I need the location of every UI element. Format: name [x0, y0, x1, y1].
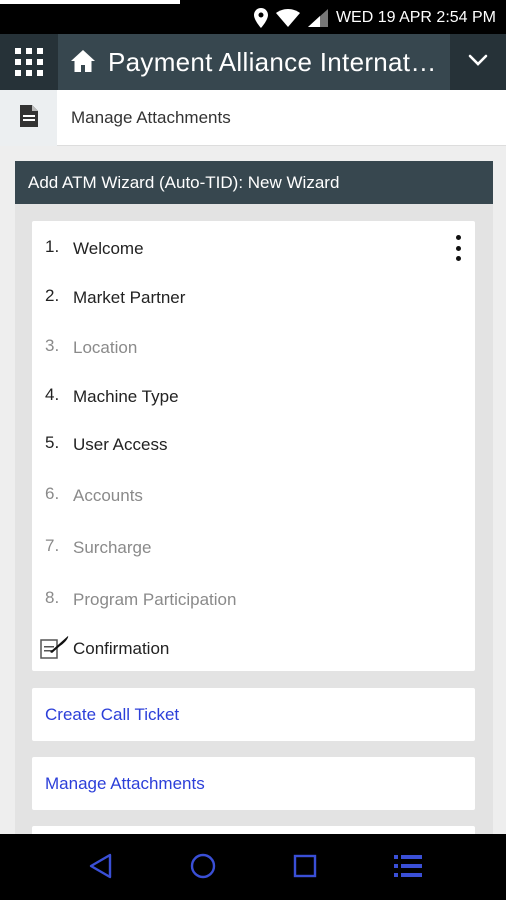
- wizard-steps-card: 1. Welcome 2. Market Partner 3. Location…: [32, 221, 475, 671]
- step-number: 1.: [45, 237, 60, 256]
- wizard-step-welcome[interactable]: 1. Welcome: [32, 237, 432, 261]
- step-number: 2.: [45, 286, 60, 305]
- signal-icon: [307, 9, 328, 27]
- create-call-ticket-link[interactable]: Create Call Ticket: [32, 688, 475, 741]
- home-circle-icon: [189, 852, 217, 885]
- home-icon[interactable]: [70, 49, 96, 78]
- step-number: 5.: [45, 433, 60, 452]
- step-label: Market Partner: [73, 288, 186, 307]
- wizard-step-program-participation: 8. Program Participation: [32, 588, 432, 612]
- location-icon: [253, 8, 268, 28]
- page-title: Manage Attachments: [71, 108, 231, 127]
- wizard-step-user-access[interactable]: 5. User Access: [32, 433, 432, 457]
- step-label: Program Participation: [73, 590, 237, 609]
- sign-document-icon: [40, 634, 70, 665]
- grid-menu-icon: [15, 48, 43, 76]
- app-header: Payment Alliance Internat…: [0, 34, 506, 90]
- manage-attachments-link[interactable]: Manage Attachments: [32, 757, 475, 810]
- system-nav-bar: [0, 834, 506, 900]
- wizard-step-machine-type[interactable]: 4. Machine Type: [32, 385, 432, 409]
- wizard-step-market-partner[interactable]: 2. Market Partner: [32, 286, 432, 310]
- sub-header: Manage Attachments: [0, 90, 506, 146]
- step-number: 3.: [45, 336, 60, 355]
- status-bar: WED 19 APR 2:54 PM: [0, 0, 506, 34]
- step-label: Accounts: [73, 486, 143, 505]
- wizard-step-location: 3. Location: [32, 336, 432, 360]
- dropdown-button[interactable]: [450, 34, 506, 90]
- app-title: Payment Alliance Internat…: [108, 47, 437, 77]
- recents-icon: [292, 853, 318, 884]
- wizard-step-accounts: 6. Accounts: [32, 484, 432, 508]
- datetime-text: WED 19 APR 2:54 PM: [335, 9, 496, 26]
- wizard-header: Add ATM Wizard (Auto-TID): New Wizard: [15, 161, 493, 204]
- recents-button[interactable]: [285, 848, 325, 888]
- back-button[interactable]: [80, 848, 120, 888]
- step-label: Surcharge: [73, 538, 152, 557]
- step-label: User Access: [73, 435, 168, 454]
- step-number: 8.: [45, 588, 60, 607]
- wizard-step-surcharge: 7. Surcharge: [32, 536, 432, 560]
- wizard-step-confirmation[interactable]: Confirmation: [32, 636, 432, 661]
- link-card-partial[interactable]: [32, 826, 475, 834]
- document-icon: [19, 104, 38, 132]
- document-button[interactable]: [0, 90, 57, 146]
- status-icons: WED 19 APR 2:54 PM: [253, 7, 496, 29]
- menu-list-icon: [393, 853, 423, 884]
- step-number: 7.: [45, 536, 60, 555]
- menu-button[interactable]: [388, 848, 428, 888]
- step-label: Confirmation: [73, 639, 170, 658]
- step-label: Machine Type: [73, 387, 179, 406]
- chevron-down-icon: [468, 53, 488, 71]
- wifi-icon: [275, 9, 300, 27]
- status-strip: [0, 0, 180, 4]
- step-number: 4.: [45, 385, 60, 404]
- apps-menu-button[interactable]: [0, 34, 58, 90]
- wizard-panel: Add ATM Wizard (Auto-TID): New Wizard 1.…: [15, 161, 493, 834]
- step-label: Welcome: [73, 239, 144, 258]
- back-icon: [87, 852, 113, 885]
- more-options-icon[interactable]: [453, 235, 463, 261]
- content-area[interactable]: Add ATM Wizard (Auto-TID): New Wizard 1.…: [0, 146, 506, 834]
- step-number: 6.: [45, 484, 60, 503]
- home-nav-button[interactable]: [183, 848, 223, 888]
- step-label: Location: [73, 338, 138, 357]
